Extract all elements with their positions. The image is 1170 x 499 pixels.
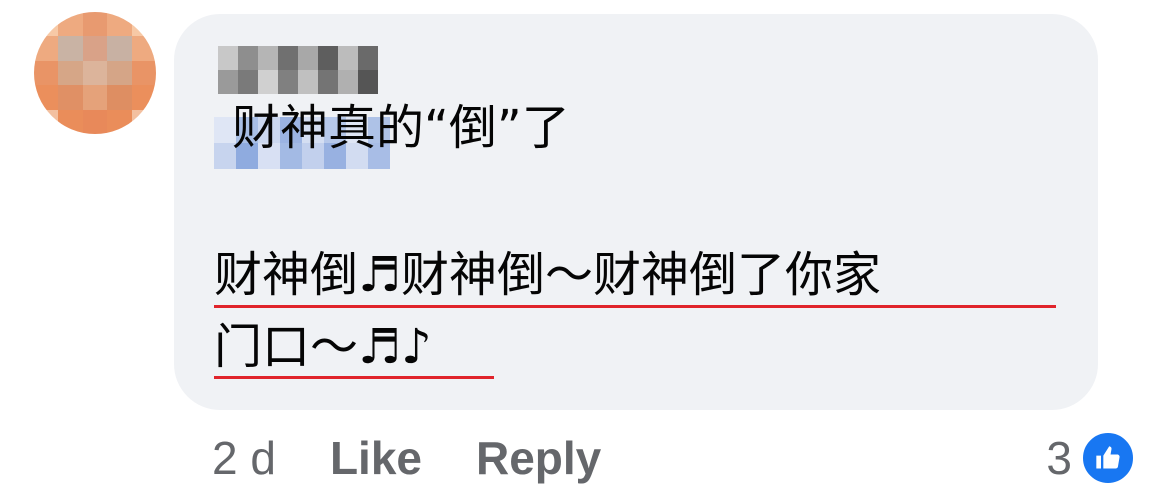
red-underline-1 [214, 305, 1056, 308]
comment-actions: 2 d Like Reply [212, 428, 601, 488]
comment-text-line2: 财神倒♬财神倒～财神倒了你家 [214, 247, 882, 303]
timestamp[interactable]: 2 d [212, 431, 276, 485]
red-underline-2 [214, 376, 494, 379]
author-name-blurred[interactable] [218, 46, 378, 94]
avatar[interactable] [34, 12, 156, 134]
reply-button[interactable]: Reply [476, 431, 601, 485]
thumbs-up-icon [1080, 430, 1136, 486]
reactions-summary[interactable]: 3 [1046, 428, 1136, 488]
reaction-count: 3 [1046, 432, 1072, 484]
comment-text-line1: 财神真的“倒”了 [232, 100, 570, 156]
comment-text-line3: 门口～♬♪ [214, 319, 432, 375]
like-button[interactable]: Like [330, 431, 422, 485]
